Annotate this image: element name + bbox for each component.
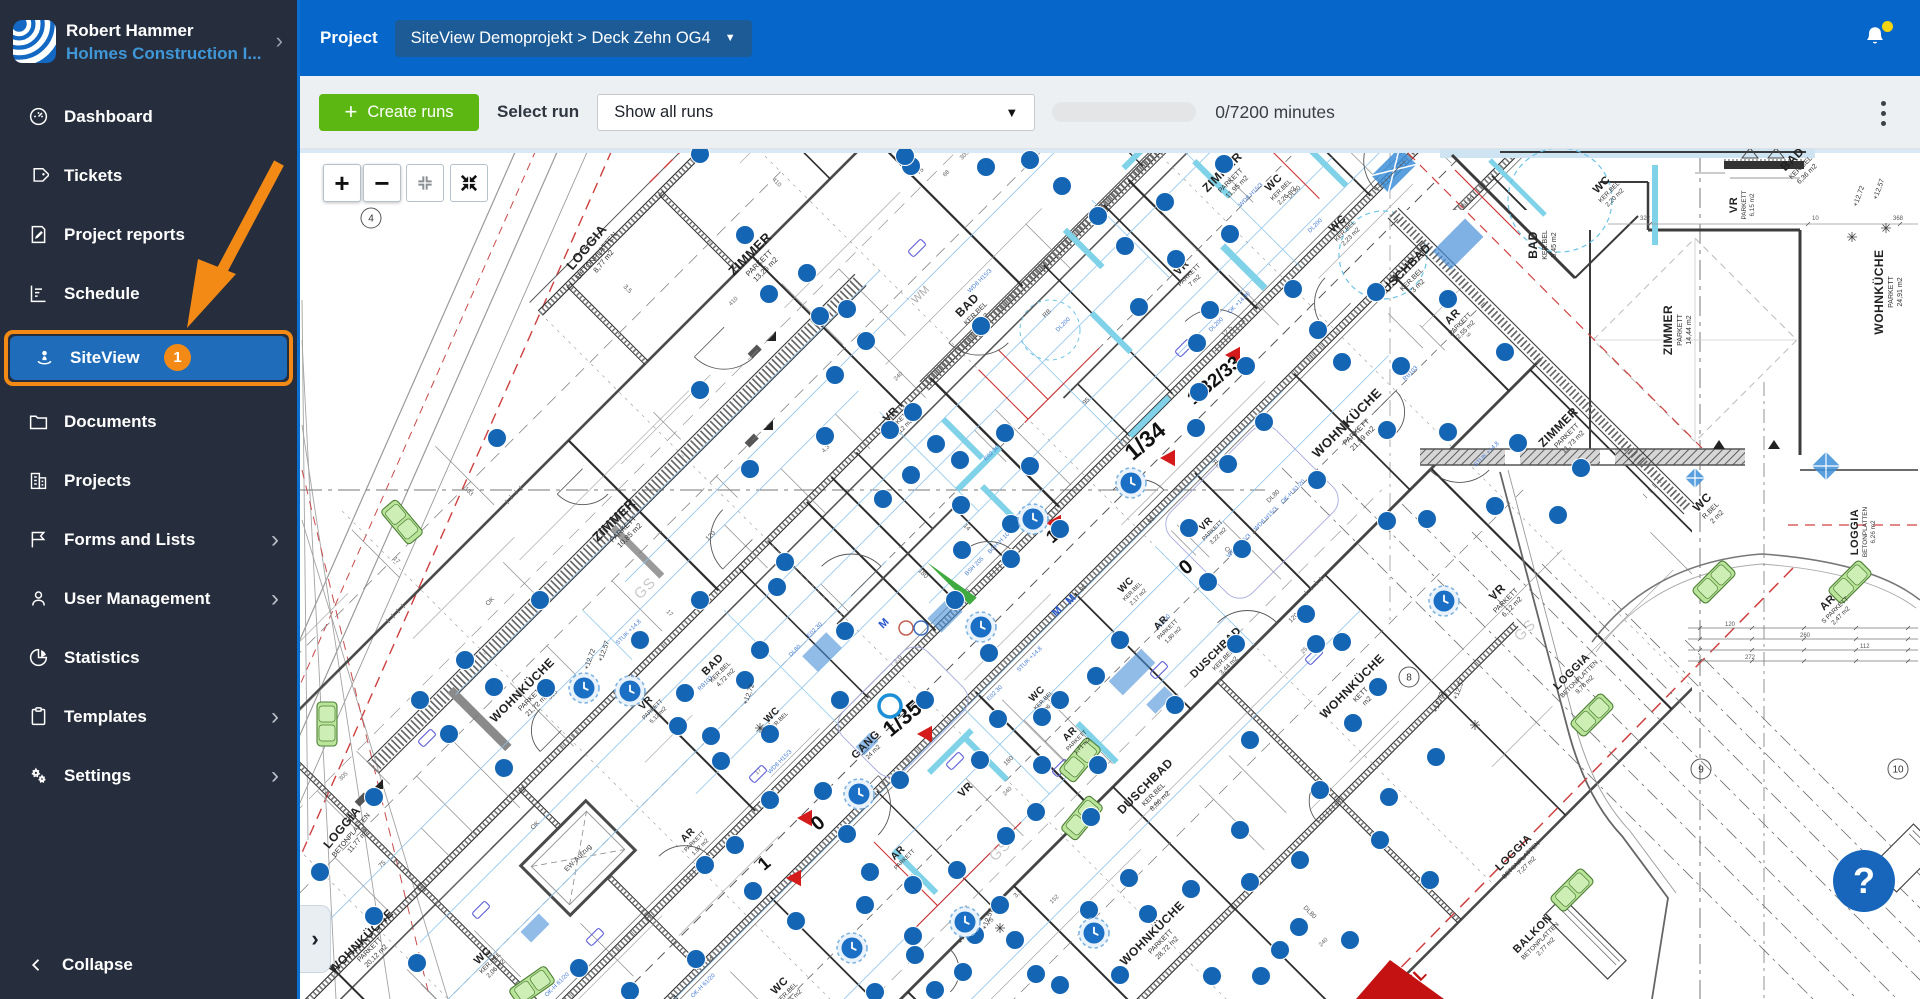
svg-text:VR: VR <box>1728 197 1740 213</box>
svg-text:4: 4 <box>368 214 374 225</box>
svg-text:112: 112 <box>1860 644 1870 650</box>
svg-text:PARKETT: PARKETT <box>1888 275 1895 307</box>
svg-text:272: 272 <box>1745 655 1756 661</box>
svg-text:8: 8 <box>1406 673 1412 684</box>
svg-text:WOHNKÜCHE: WOHNKÜCHE <box>1871 249 1886 334</box>
svg-text:PARKETT: PARKETT <box>1677 313 1684 345</box>
svg-text:368: 368 <box>1893 216 1904 222</box>
svg-text:260: 260 <box>1800 633 1811 639</box>
svg-text:10: 10 <box>1812 216 1819 222</box>
svg-text:BAD: BAD <box>1526 231 1540 259</box>
svg-text:14,44 m2: 14,44 m2 <box>1686 315 1693 344</box>
svg-text:24,91 m2: 24,91 m2 <box>1897 277 1904 306</box>
svg-text:9: 9 <box>1698 765 1704 776</box>
svg-text:6,15 m2: 6,15 m2 <box>1749 193 1756 217</box>
svg-text:LOGGIA: LOGGIA <box>1849 509 1861 555</box>
svg-text:BETONPLATTEN: BETONPLATTEN <box>1862 507 1869 558</box>
svg-text:6,26 m2: 6,26 m2 <box>1870 520 1877 544</box>
svg-text:120: 120 <box>1725 622 1736 628</box>
svg-text:KER.BEL: KER.BEL <box>1542 230 1549 260</box>
svg-text:322: 322 <box>1640 216 1651 222</box>
svg-text:10: 10 <box>1892 765 1904 776</box>
svg-text:ZIMMER: ZIMMER <box>1661 305 1675 355</box>
svg-text:PARKETT: PARKETT <box>1741 190 1748 219</box>
svg-text:5,45 m2: 5,45 m2 <box>1551 232 1558 257</box>
